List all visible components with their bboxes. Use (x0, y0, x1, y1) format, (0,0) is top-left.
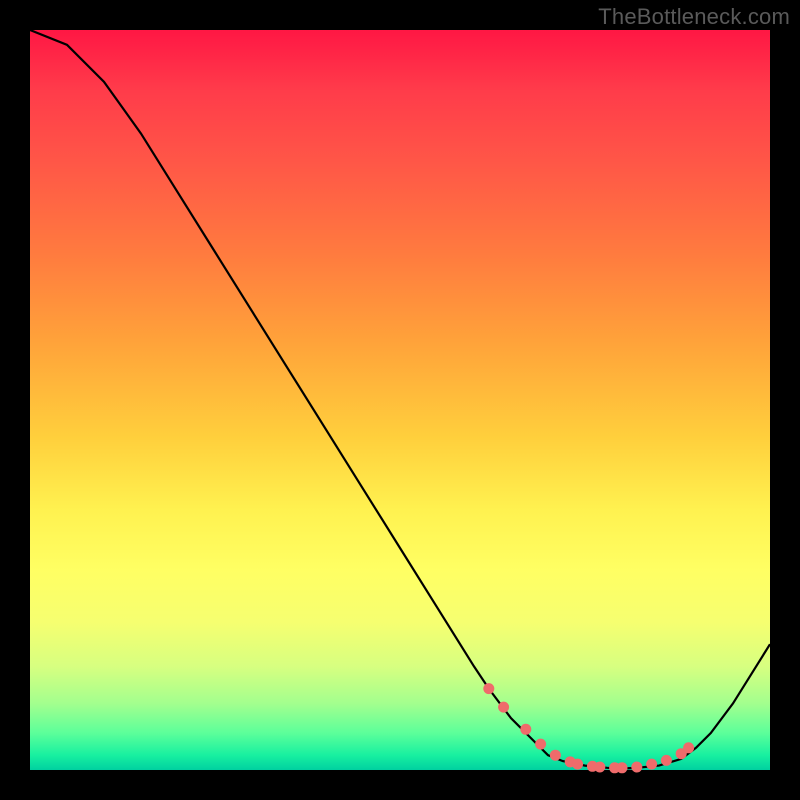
highlight-dot (483, 683, 494, 694)
chart-frame: TheBottleneck.com (0, 0, 800, 800)
bottleneck-curve-path (30, 30, 770, 769)
plot-area (30, 30, 770, 770)
highlight-dot (550, 750, 561, 761)
highlight-dot (646, 759, 657, 770)
highlight-dot (535, 739, 546, 750)
highlight-dot (520, 724, 531, 735)
highlight-dot (661, 755, 672, 766)
highlight-dot (594, 762, 605, 773)
watermark-text: TheBottleneck.com (598, 4, 790, 30)
curve-svg (30, 30, 770, 770)
highlight-dot (498, 702, 509, 713)
highlight-dot (617, 762, 628, 773)
highlight-dots-group (483, 683, 694, 773)
highlight-dot (572, 759, 583, 770)
highlight-dot (683, 742, 694, 753)
highlight-dot (631, 762, 642, 773)
